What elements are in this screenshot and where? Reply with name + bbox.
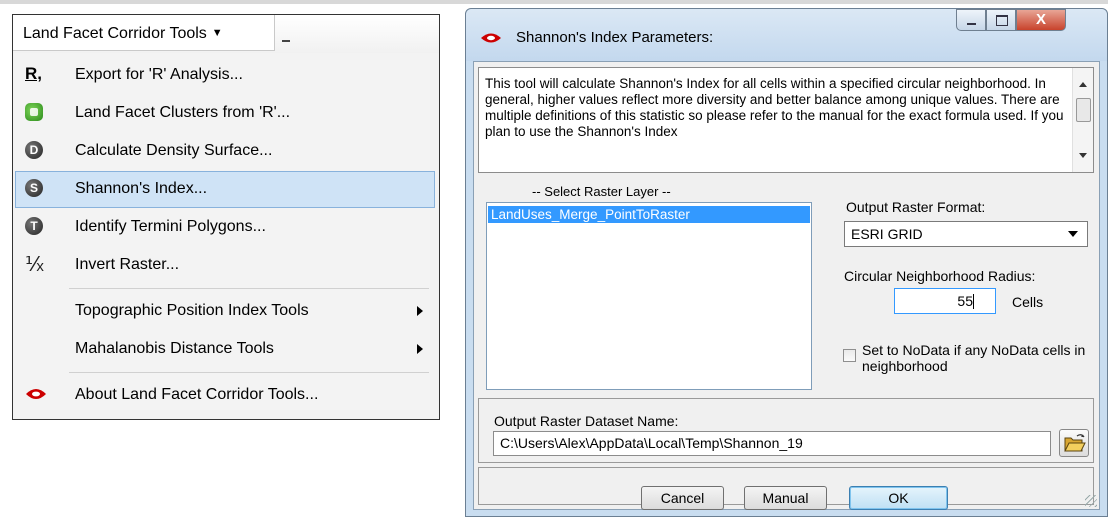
s-circle-icon: S [25, 179, 45, 199]
toolbar-options-icon[interactable] [281, 27, 291, 45]
land-facet-menu-button[interactable]: Land Facet Corridor Tools ▼ [13, 15, 275, 51]
radius-label: Circular Neighborhood Radius: [844, 268, 1036, 284]
minimize-button[interactable] [956, 9, 986, 31]
description-box[interactable]: This tool will calculate Shannon's Index… [478, 67, 1094, 173]
raster-layer-item[interactable]: LandUses_Merge_PointToRaster [488, 206, 810, 223]
resize-grip-icon[interactable] [1085, 495, 1097, 507]
radius-input[interactable]: 55 [894, 288, 996, 314]
scroll-thumb[interactable] [1076, 98, 1091, 122]
menu-item-shannons-index[interactable]: S Shannon's Index... [15, 171, 435, 208]
scroll-down-icon[interactable] [1079, 153, 1087, 158]
t-circle-icon: T [25, 217, 45, 237]
dialog-body: This tool will calculate Shannon's Index… [473, 61, 1100, 510]
maximize-button[interactable] [986, 9, 1016, 31]
r-export-icon: R, [25, 64, 42, 83]
menu-item-label: Invert Raster... [75, 256, 180, 273]
menu-item-label: Shannon's Index... [75, 180, 208, 197]
output-format-label: Output Raster Format: [846, 199, 986, 215]
ok-button[interactable]: OK [849, 486, 948, 510]
eye-icon [480, 31, 502, 43]
open-folder-icon [1064, 434, 1086, 452]
menu-separator [69, 288, 429, 289]
land-facet-toolbar-menu: Land Facet Corridor Tools ▼ R, Export for… [12, 14, 440, 420]
radius-unit: Cells [1012, 294, 1044, 310]
menu-item-identify-termini[interactable]: T Identify Termini Polygons... [15, 209, 435, 246]
menu-item-label: Topographic Position Index Tools [75, 302, 309, 319]
menu-item-land-facet-clusters[interactable]: Land Facet Clusters from 'R'... [15, 95, 435, 132]
nodata-checkbox[interactable] [843, 349, 856, 362]
menu-item-label: Mahalanobis Distance Tools [75, 340, 274, 357]
chevron-down-icon [1068, 231, 1078, 237]
browse-folder-button[interactable] [1059, 429, 1089, 457]
menu-item-export-r[interactable]: R, Export for 'R' Analysis... [15, 57, 435, 94]
menu-item-label: Export for 'R' Analysis... [75, 66, 243, 83]
menu-item-label: About Land Facet Corridor Tools... [75, 386, 319, 403]
menu-item-invert-raster[interactable]: ⅟x Invert Raster... [15, 247, 435, 284]
submenu-arrow-icon [417, 306, 423, 316]
menu-item-mahalanobis-tools[interactable]: Mahalanobis Distance Tools [15, 331, 435, 368]
raster-layer-list[interactable]: LandUses_Merge_PointToRaster [486, 202, 812, 390]
toolbar-title: Land Facet Corridor Tools [23, 25, 207, 42]
cancel-button[interactable]: Cancel [641, 486, 724, 510]
output-name-label: Output Raster Dataset Name: [494, 413, 679, 429]
nodata-label: Set to NoData if any NoData cells in nei… [862, 342, 1086, 374]
dropdown-menu: R, Export for 'R' Analysis... Land Facet… [13, 53, 439, 419]
output-format-value: ESRI GRID [851, 226, 923, 242]
green-cluster-icon [25, 103, 45, 123]
top-border [0, 0, 1108, 4]
description-text: This tool will calculate Shannon's Index… [485, 76, 1064, 139]
dialog-title: Shannon's Index Parameters: [516, 29, 714, 46]
manual-button[interactable]: Manual [744, 486, 827, 510]
eye-icon [25, 387, 46, 407]
submenu-arrow-icon [417, 344, 423, 354]
description-scrollbar[interactable] [1072, 68, 1093, 172]
menu-separator [69, 372, 429, 373]
fraction-icon: ⅟x [25, 254, 44, 276]
menu-item-density-surface[interactable]: D Calculate Density Surface... [15, 133, 435, 170]
dialog-titlebar[interactable]: Shannon's Index Parameters: X [466, 9, 1107, 61]
dropdown-arrow-icon: ▼ [211, 27, 223, 39]
menu-item-label: Calculate Density Surface... [75, 142, 273, 159]
raster-layer-caption: -- Select Raster Layer -- [532, 184, 671, 199]
close-button[interactable]: X [1016, 9, 1066, 31]
d-circle-icon: D [25, 141, 45, 161]
output-format-select[interactable]: ESRI GRID [844, 221, 1088, 247]
menu-item-about[interactable]: About Land Facet Corridor Tools... [15, 377, 435, 414]
shannons-index-dialog: Shannon's Index Parameters: X This tool … [465, 8, 1108, 517]
scroll-up-icon[interactable] [1079, 82, 1087, 87]
menu-item-tpi-tools[interactable]: Topographic Position Index Tools [15, 293, 435, 330]
toolbar: Land Facet Corridor Tools ▼ [13, 15, 439, 53]
output-name-input[interactable]: C:\Users\Alex\AppData\Local\Temp\Shannon… [493, 431, 1051, 456]
menu-item-label: Land Facet Clusters from 'R'... [75, 104, 291, 121]
menu-item-label: Identify Termini Polygons... [75, 218, 266, 235]
